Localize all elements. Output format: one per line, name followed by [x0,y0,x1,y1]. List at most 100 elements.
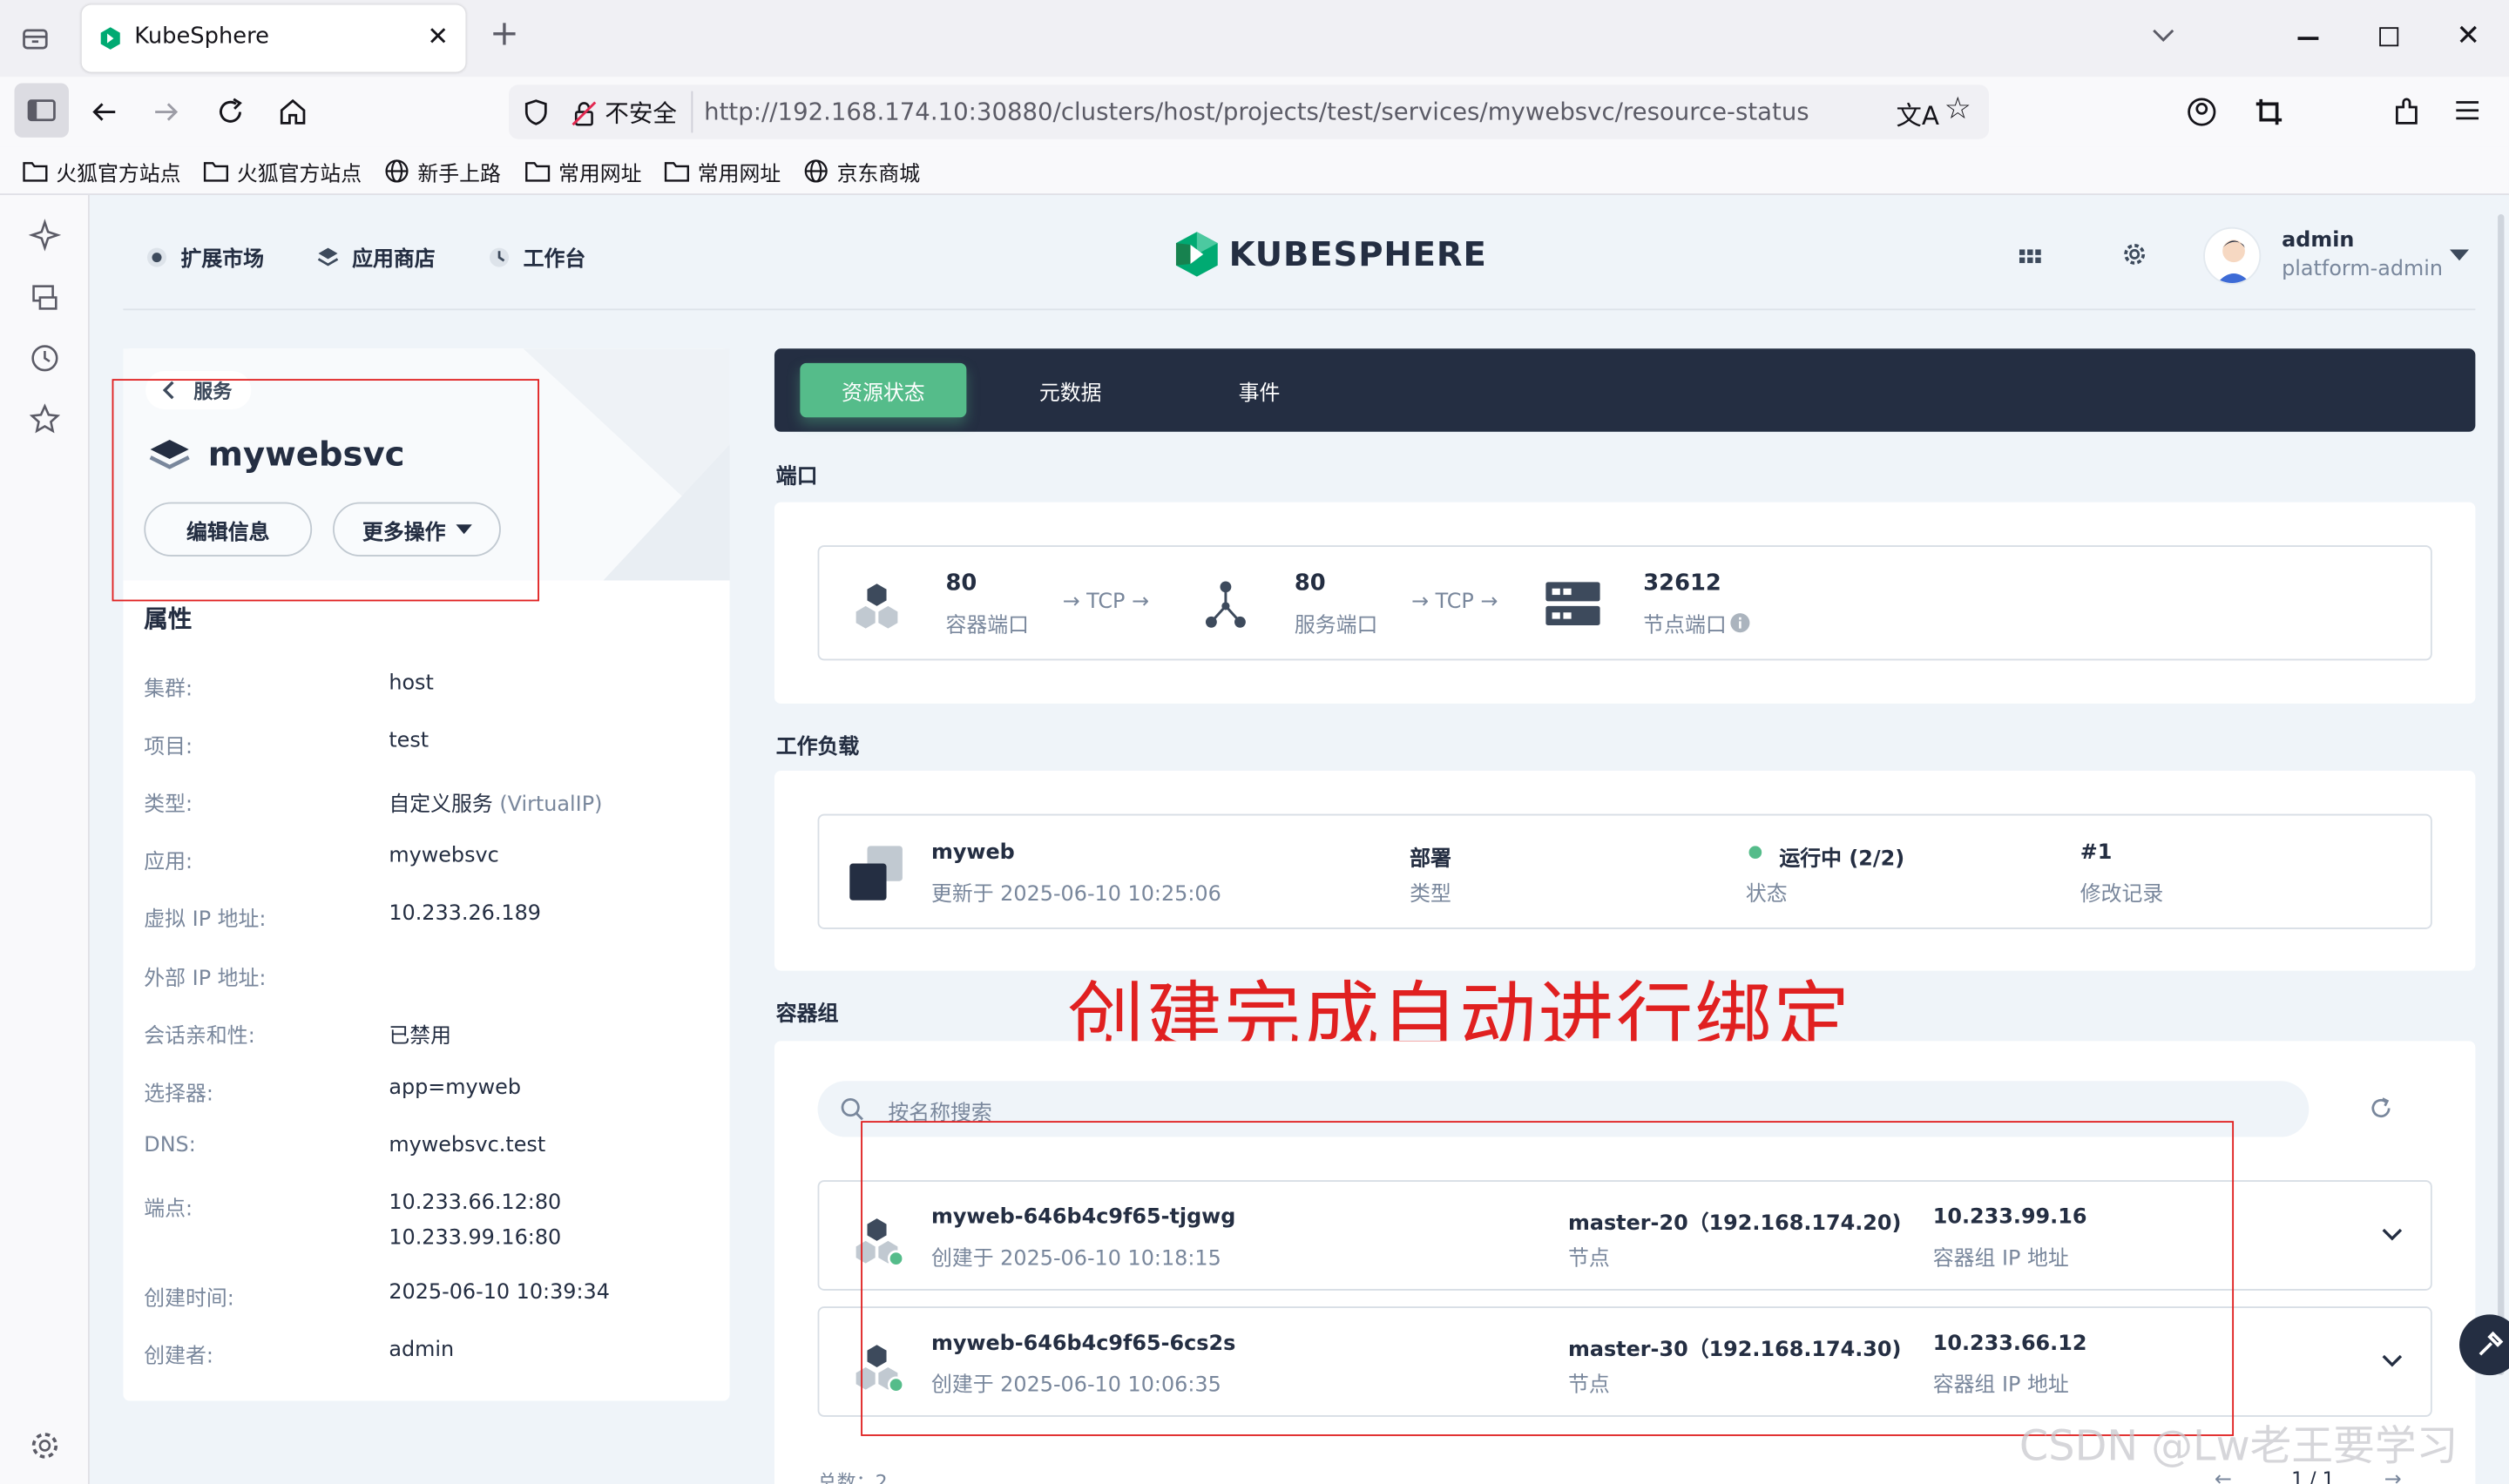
property-label: 类型: [144,793,193,818]
app-grid-icon[interactable] [2019,245,2042,267]
new-tab-icon[interactable]: + [490,15,519,55]
bookmark-item[interactable]: 火狐官方站点 [203,155,362,187]
property-value: 已禁用 [389,1025,451,1049]
bookmark-label: 火狐官方站点 [236,162,362,186]
url-bar[interactable]: 不安全 http://192.168.174.10:30880/clusters… [509,84,1990,139]
insecure-lock-icon[interactable] [570,98,599,127]
nav-workbench[interactable]: 工作台 [488,241,585,272]
property-label: 外部 IP 地址: [144,967,267,992]
kubesphere-logo-icon [1175,232,1218,277]
expand-chevron-down-icon[interactable] [2381,1352,2404,1368]
property-value: host [389,671,434,696]
translate-icon[interactable]: 文A [1896,94,1939,132]
properties-title: 属性 [144,604,193,634]
browser-tab-kubesphere[interactable]: KubeSphere ✕ [81,4,466,72]
nav-extension-market[interactable]: 扩展市场 [145,241,264,272]
port-mapping: 80 容器端口 → TCP → 80 服务端口 → TCP → 32612 节点… [817,545,2432,661]
workload-item[interactable]: myweb 更新于 2025-06-10 10:25:06 部署 类型 运行中 … [817,813,2432,929]
tab-list-icon[interactable] [19,23,51,55]
back-icon[interactable] [90,98,118,126]
tab-label: 元数据 [1038,381,1102,406]
browser-sidebar [0,195,90,1484]
window-close-icon[interactable]: ✕ [2456,19,2480,53]
info-icon[interactable] [1730,612,1751,633]
url-host: http://192.168.174.10 [704,98,969,127]
watermark: CSDN @Lw老王要学习 [2019,1423,2458,1472]
service-port-value: 80 [1294,570,1326,597]
node-port-label-wrap: 节点端口 [1643,608,1750,638]
detail-tabs-bar: 资源状态 元数据 事件 [774,348,2476,432]
workload-name[interactable]: myweb [931,841,1015,866]
user-menu-caret-icon[interactable] [2449,249,2470,261]
globe-icon [385,159,409,183]
folder-icon [23,162,48,182]
ai-sparkle-icon[interactable] [27,218,62,253]
restore-icon[interactable] [2379,27,2399,47]
app-menu-icon[interactable] [2454,99,2479,122]
container-port-label: 容器端口 [945,614,1030,638]
expand-chevron-down-icon[interactable] [2381,1226,2404,1242]
user-avatar[interactable] [2203,226,2262,285]
property-label: 集群: [144,678,193,703]
bookmark-item[interactable]: 火狐官方站点 [23,155,181,187]
bookmark-label: 火狐官方站点 [56,162,181,186]
reload-icon[interactable] [214,96,247,128]
kubesphere-logo[interactable]: KUBESPHERE [1174,230,1487,278]
property-label: 端点: [144,1197,193,1222]
kubesphere-favicon-icon [98,25,123,51]
account-icon[interactable] [2186,96,2218,128]
screenshot-crop-icon[interactable] [2253,96,2285,128]
node-port-value: 32612 [1643,570,1721,597]
tab-overflow-chevron-icon[interactable] [2151,25,2176,44]
user-role: platform-admin [2282,257,2444,282]
url-text[interactable]: http://192.168.174.10:30880/clusters/hos… [704,98,1809,126]
refresh-icon[interactable] [2368,1096,2393,1121]
tab-title: KubeSphere [134,24,269,50]
property-value: 10.233.66.12:80 [389,1191,562,1216]
shield-icon[interactable] [522,98,551,126]
annotation-highlight-box [861,1121,2235,1436]
nav-app-store[interactable]: 应用商店 [317,241,436,272]
extensions-icon[interactable] [2391,96,2423,128]
sidebar-toggle-button[interactable] [14,83,69,138]
property-label: 创建者: [144,1345,213,1369]
annotation-highlight-box [112,379,539,602]
property-value: mywebsvc.test [389,1133,546,1158]
workload-status-label: 状态 [1745,882,1788,907]
property-value-type: 自定义服务 (VirtualIP) [389,786,603,818]
folder-icon [525,162,551,182]
synced-tabs-icon[interactable] [27,280,62,314]
sidebar-settings-gear-icon[interactable] [27,1428,62,1463]
bookmark-item[interactable]: 新手上路 [384,155,501,187]
tab-events[interactable]: 事件 [1187,363,1331,417]
forward-icon[interactable] [152,98,180,126]
tab-metadata[interactable]: 元数据 [998,363,1142,417]
minimize-icon[interactable] [2297,37,2319,39]
app-store-icon [317,246,339,266]
url-path: :30880/clusters/host/projects/test/servi… [968,98,1809,127]
property-value: admin [389,1338,455,1363]
home-icon[interactable] [277,96,309,128]
property-value: 2025-06-10 10:39:34 [389,1280,610,1305]
property-label: 会话亲和性: [144,1025,255,1049]
tab-close-icon[interactable]: ✕ [427,21,449,51]
bookmark-item[interactable]: 常用网址 [524,155,642,187]
globe-icon [804,159,828,183]
tab-resource-status[interactable]: 资源状态 [800,362,967,418]
status-running-dot [1748,846,1762,860]
bookmark-item[interactable]: 京东商城 [803,155,920,187]
tab-label: 资源状态 [842,381,925,406]
bookmark-star-icon[interactable]: ☆ [1944,91,1971,126]
property-value: test [389,729,429,753]
property-value: app=myweb [389,1076,522,1101]
page-scrollbar[interactable] [2498,214,2505,1376]
bookmarks-star-icon[interactable] [27,401,62,436]
service-type-extra: (VirtualIP) [499,793,603,818]
folder-icon [664,162,689,182]
nav-label: 工作台 [523,247,586,273]
property-label: DNS: [144,1133,196,1158]
history-icon[interactable] [27,341,62,375]
bookmark-item[interactable]: 常用网址 [664,155,781,187]
property-value: mywebsvc [389,844,499,869]
platform-settings-gear-icon[interactable] [2121,241,2147,266]
